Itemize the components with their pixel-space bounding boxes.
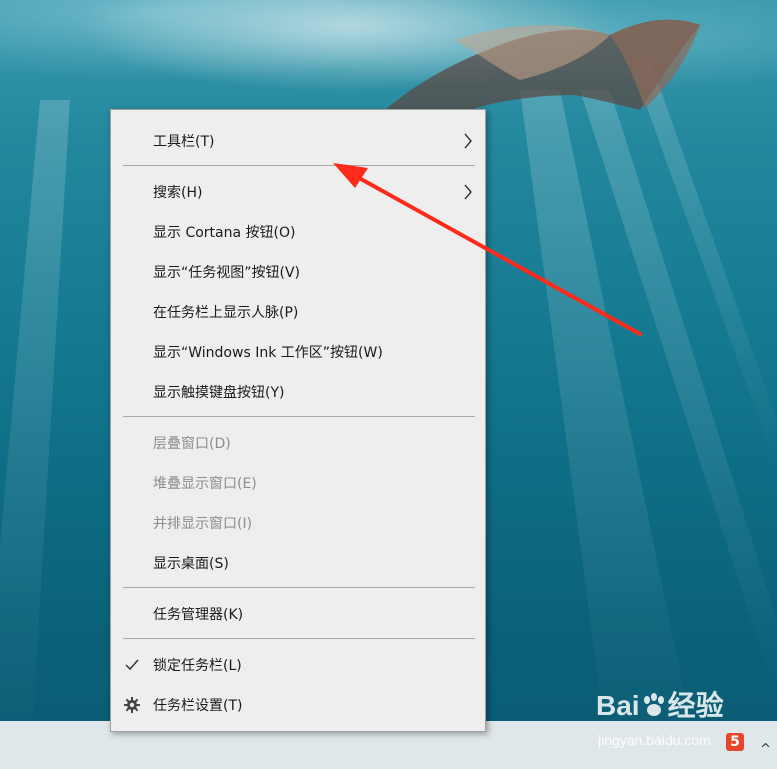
menu-item-label: 任务栏设置(T): [153, 698, 243, 714]
menu-item-show-cortana[interactable]: 显示 Cortana 按钮(O): [111, 214, 485, 250]
menu-separator: [123, 587, 475, 588]
paw-icon: [643, 693, 664, 716]
watermark-url: jingyan.baidu.com: [598, 732, 711, 748]
menu-item-label: 锁定任务栏(L): [153, 658, 242, 674]
menu-item-lock-taskbar[interactable]: 锁定任务栏(L): [111, 647, 485, 683]
menu-item-stack-windows: 堆叠显示窗口(E): [111, 465, 485, 501]
taskbar-context-menu: 工具栏(T) 搜索(H) 显示 Cortana 按钮(O) 显示“任务视图”按钮…: [110, 109, 486, 732]
menu-item-label: 显示“任务视图”按钮(V): [153, 265, 301, 281]
menu-item-cascade-windows: 层叠窗口(D): [111, 425, 485, 461]
checkmark-icon: [125, 659, 139, 671]
gear-icon: [124, 697, 140, 713]
menu-item-search[interactable]: 搜索(H): [111, 174, 485, 210]
menu-item-show-desktop[interactable]: 显示桌面(S): [111, 545, 485, 581]
menu-item-label: 任务管理器(K): [153, 607, 244, 623]
menu-item-toolbars[interactable]: 工具栏(T): [111, 123, 485, 159]
menu-item-label: 显示 Cortana 按钮(O): [153, 225, 296, 241]
menu-item-show-task-view[interactable]: 显示“任务视图”按钮(V): [111, 254, 485, 290]
watermark-logo-left: Bai: [596, 690, 640, 721]
menu-item-label: 堆叠显示窗口(E): [153, 476, 257, 492]
baidu-jingyan-watermark: Bai 经验 jingyan.baidu.com 5: [596, 684, 766, 756]
menu-item-taskbar-settings[interactable]: 任务栏设置(T): [111, 687, 485, 723]
menu-item-label: 显示桌面(S): [153, 556, 229, 572]
menu-separator: [123, 416, 475, 417]
menu-item-label: 并排显示窗口(I): [153, 516, 253, 532]
menu-item-task-manager[interactable]: 任务管理器(K): [111, 596, 485, 632]
menu-item-side-by-side-windows: 并排显示窗口(I): [111, 505, 485, 541]
menu-item-label: 在任务栏上显示人脉(P): [153, 305, 299, 321]
menu-item-show-windows-ink[interactable]: 显示“Windows Ink 工作区”按钮(W): [111, 334, 485, 370]
watermark-logo: Bai 经验: [596, 684, 724, 724]
menu-item-label: 搜索(H): [153, 185, 203, 201]
menu-item-label: 显示“Windows Ink 工作区”按钮(W): [153, 345, 383, 361]
menu-item-label: 显示触摸键盘按钮(Y): [153, 385, 285, 401]
menu-item-show-people[interactable]: 在任务栏上显示人脉(P): [111, 294, 485, 330]
watermark-logo-right: 经验: [667, 690, 724, 721]
menu-separator: [123, 638, 475, 639]
watermark-badge: 5: [726, 733, 744, 751]
menu-item-label: 层叠窗口(D): [153, 436, 231, 452]
chevron-right-icon: [464, 184, 472, 200]
menu-item-show-touch-keyboard[interactable]: 显示触摸键盘按钮(Y): [111, 374, 485, 410]
menu-separator: [123, 165, 475, 166]
menu-item-label: 工具栏(T): [153, 134, 215, 150]
chevron-right-icon: [464, 133, 472, 149]
